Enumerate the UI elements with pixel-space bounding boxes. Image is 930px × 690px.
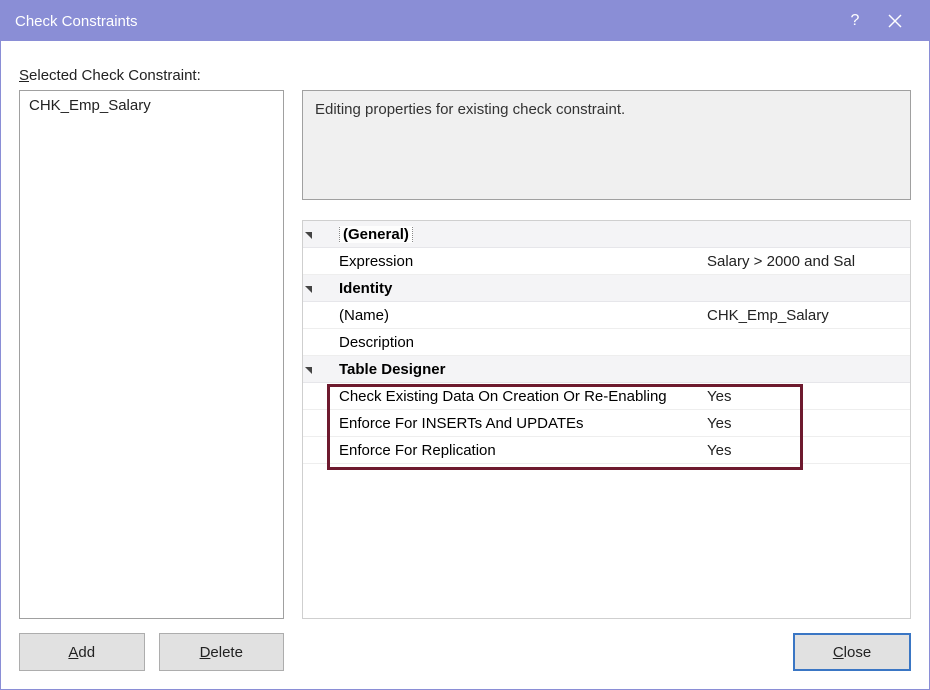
titlebar: Check Constraints ? <box>1 1 929 41</box>
prop-enforce-replication[interactable]: Enforce For Replication Yes <box>303 437 910 464</box>
add-button[interactable]: Add <box>19 633 145 671</box>
info-panel: Editing properties for existing check co… <box>302 90 911 200</box>
delete-button[interactable]: Delete <box>159 633 285 671</box>
category-general[interactable]: (General) <box>303 221 910 248</box>
property-grid[interactable]: (General) Expression Salary > 2000 and S… <box>302 220 911 619</box>
list-item[interactable]: CHK_Emp_Salary <box>20 91 283 120</box>
prop-check-existing[interactable]: Check Existing Data On Creation Or Re-En… <box>303 383 910 410</box>
chevron-down-icon[interactable] <box>303 364 331 375</box>
chevron-down-icon[interactable] <box>303 229 331 240</box>
category-identity[interactable]: Identity <box>303 275 910 302</box>
selected-constraint-label: Selected Check Constraint: <box>19 67 911 84</box>
help-icon[interactable]: ? <box>835 12 875 30</box>
constraint-listbox[interactable]: CHK_Emp_Salary <box>19 90 284 619</box>
prop-name[interactable]: (Name) CHK_Emp_Salary <box>303 302 910 329</box>
close-button[interactable]: Close <box>793 633 911 671</box>
category-table-designer[interactable]: Table Designer <box>303 356 910 383</box>
close-icon[interactable] <box>875 14 915 28</box>
prop-expression[interactable]: Expression Salary > 2000 and Sal <box>303 248 910 275</box>
prop-enforce-inserts-updates[interactable]: Enforce For INSERTs And UPDATEs Yes <box>303 410 910 437</box>
titlebar-title: Check Constraints <box>15 13 835 30</box>
chevron-down-icon[interactable] <box>303 283 331 294</box>
prop-description[interactable]: Description <box>303 329 910 356</box>
